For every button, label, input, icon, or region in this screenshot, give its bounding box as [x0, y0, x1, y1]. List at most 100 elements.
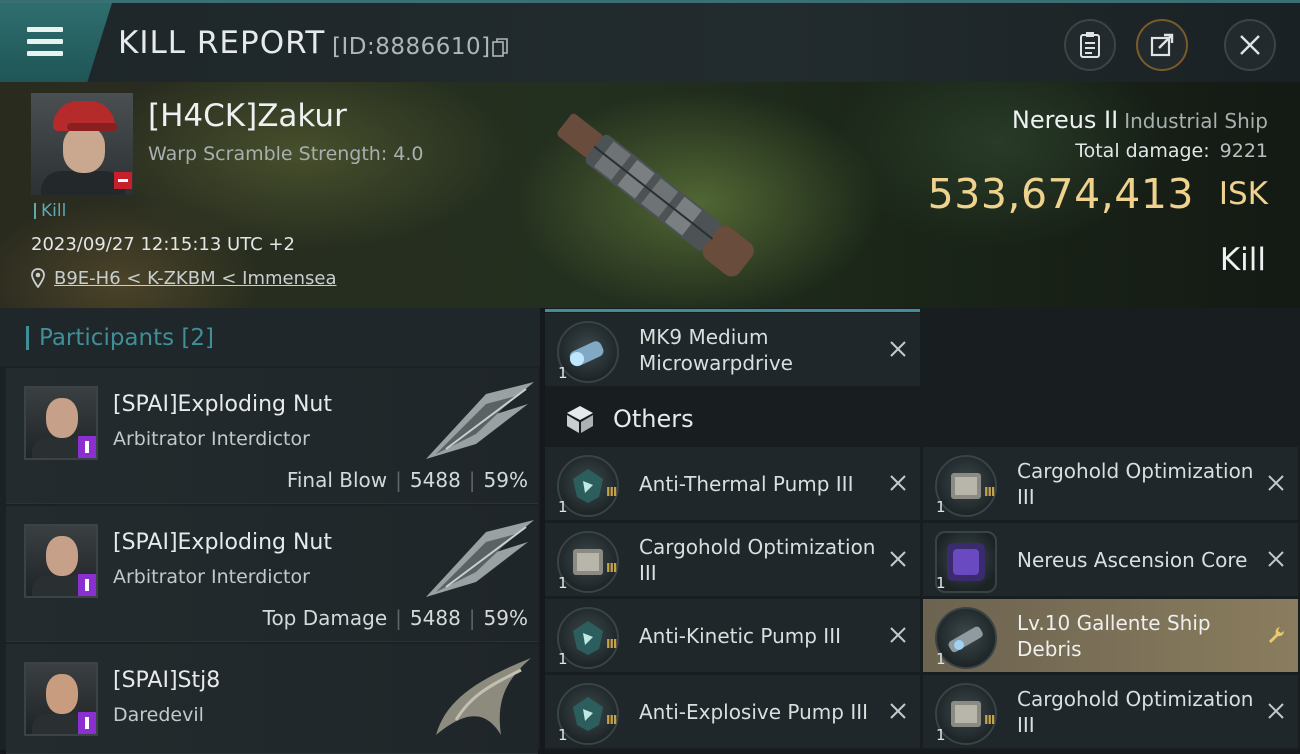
items-panel: 1 MK9 Medium Microwarpdrive Others 1 III… — [545, 308, 1300, 750]
info-badge-icon — [78, 712, 96, 734]
location-pin-icon — [31, 268, 45, 288]
total-damage-value: 9221 — [1219, 140, 1268, 162]
ship-type: Industrial Ship — [1124, 109, 1268, 133]
item-label: MK9 Medium Microwarpdrive — [639, 324, 793, 375]
others-section-title: Others — [613, 405, 694, 433]
item-label: Cargohold Optimization III — [1017, 686, 1254, 737]
warp-scramble-strength: Warp Scramble Strength: 4.0 — [148, 143, 424, 165]
share-icon — [1150, 33, 1174, 57]
participants-title: Participants [2] — [26, 326, 214, 350]
title-bar: KILL REPORT [ID:8886610] — [0, 0, 1300, 82]
participant-row[interactable]: [SPAI]Stj8 Daredevil — [6, 644, 538, 754]
tier-badge: III — [606, 713, 617, 727]
share-button[interactable] — [1136, 19, 1188, 71]
participant-damage: 5488 — [409, 606, 461, 630]
info-badge-icon — [78, 436, 96, 458]
item-label: Anti-Kinetic Pump III — [639, 623, 841, 648]
participant-ship: Arbitrator Interdictor — [113, 428, 310, 450]
participant-name[interactable]: [SPAI]Exploding Nut — [113, 392, 332, 417]
kill-tag: Kill — [34, 203, 66, 220]
destroyed-x-icon — [890, 703, 906, 719]
participant-percent: 59% — [483, 468, 528, 492]
item-quantity: 1 — [936, 498, 946, 516]
participant-ship: Arbitrator Interdictor — [113, 566, 310, 588]
item-quantity: 1 — [936, 650, 946, 668]
item-quantity: 1 — [558, 650, 568, 668]
item-left-1[interactable]: 1 III Cargohold Optimization III — [545, 523, 920, 596]
tier-badge: III — [606, 637, 617, 651]
victim-avatar[interactable] — [31, 93, 133, 195]
kill-datetime: 2023/09/27 12:15:13 UTC +2 — [31, 234, 295, 255]
item-right-3[interactable]: 1 III Cargohold Optimization III — [923, 675, 1298, 748]
item-right-2[interactable]: 1 Lv.10 Gallente Ship Debris — [923, 599, 1298, 672]
participant-stats: Final Blow | 5488 | 59% — [286, 468, 528, 492]
participant-ship-image — [426, 382, 534, 459]
info-badge-icon — [78, 574, 96, 596]
participants-panel: Participants [2] [SPAI]Exploding Nut Arb… — [0, 308, 540, 754]
participant-ship-image — [436, 658, 531, 735]
item-left-0[interactable]: 1 III Anti-Thermal Pump III — [545, 447, 920, 520]
participant-percent: 59% — [483, 606, 528, 630]
item-mwd[interactable]: 1 MK9 Medium Microwarpdrive — [545, 313, 920, 386]
destroyed-x-icon — [1268, 475, 1284, 491]
item-quantity: 1 — [558, 726, 568, 744]
participant-role: Top Damage — [262, 606, 388, 630]
item-label: Cargohold Optimization III — [639, 534, 876, 585]
participants-header: Participants [2] — [0, 308, 540, 366]
participant-avatar[interactable] — [24, 386, 98, 460]
item-label: Anti-Explosive Pump III — [639, 699, 869, 724]
item-label: Lv.10 Gallente Ship Debris — [1017, 610, 1211, 661]
close-button[interactable] — [1224, 19, 1276, 71]
item-quantity: 1 — [558, 364, 568, 382]
item-quantity: 1 — [558, 498, 568, 516]
menu-button[interactable] — [0, 3, 112, 82]
copy-icon[interactable] — [492, 38, 508, 58]
tier-badge: III — [606, 561, 617, 575]
tier-badge: III — [984, 485, 995, 499]
victim-ship: Nereus II Industrial Ship — [1012, 106, 1268, 134]
menu-icon — [27, 27, 63, 63]
destroyed-x-icon — [890, 341, 906, 357]
location-link[interactable]: B9E-H6 < K-ZKBM < Immensea — [54, 268, 336, 289]
items-accent-line — [545, 309, 920, 312]
participant-name[interactable]: [SPAI]Stj8 — [113, 668, 220, 693]
participant-ship: Daredevil — [113, 704, 204, 726]
cube-icon — [567, 406, 593, 433]
wrench-icon — [1269, 627, 1285, 643]
ship-name[interactable]: Nereus II — [1012, 106, 1118, 134]
participant-name[interactable]: [SPAI]Exploding Nut — [113, 530, 332, 555]
page-title: KILL REPORT — [118, 25, 326, 61]
total-damage-label: Total damage: — [1075, 140, 1210, 162]
item-right-1[interactable]: 1 Nereus Ascension Core — [923, 523, 1298, 596]
participant-row[interactable]: [SPAI]Exploding Nut Arbitrator Interdict… — [6, 506, 538, 642]
participant-avatar[interactable] — [24, 524, 98, 598]
victim-header: [H4CK]Zakur Warp Scramble Strength: 4.0 … — [0, 82, 1300, 308]
clipboard-icon — [1080, 32, 1100, 58]
participant-ship-image — [426, 520, 534, 597]
kill-result: Kill — [1219, 242, 1266, 278]
destroyed-x-icon — [1268, 551, 1284, 567]
participant-avatar[interactable] — [24, 662, 98, 736]
item-left-3[interactable]: 1 III Anti-Explosive Pump III — [545, 675, 920, 748]
total-damage: Total damage: 9221 — [1075, 140, 1268, 162]
item-label: Cargohold Optimization III — [1017, 458, 1254, 509]
item-left-2[interactable]: 1 III Anti-Kinetic Pump III — [545, 599, 920, 672]
participant-role: Final Blow — [286, 468, 388, 492]
isk-value: 533,674,413 — [927, 170, 1194, 218]
destroyed-x-icon — [890, 551, 906, 567]
destroyed-x-icon — [890, 627, 906, 643]
clipboard-button[interactable] — [1064, 19, 1116, 71]
participant-row[interactable]: [SPAI]Exploding Nut Arbitrator Interdict… — [6, 368, 538, 504]
participant-damage: 5488 — [409, 468, 461, 492]
isk-unit: ISK — [1218, 176, 1268, 212]
report-id: [ID:8886610] — [332, 34, 491, 60]
item-right-0[interactable]: 1 III Cargohold Optimization III — [923, 447, 1298, 520]
close-icon — [1240, 35, 1260, 55]
item-quantity: 1 — [936, 726, 946, 744]
item-quantity: 1 — [558, 574, 568, 592]
item-label: Nereus Ascension Core — [1017, 547, 1248, 572]
victim-ship-image — [557, 113, 754, 277]
victim-name[interactable]: [H4CK]Zakur — [148, 98, 347, 134]
tier-badge: III — [984, 713, 995, 727]
item-quantity: 1 — [936, 574, 946, 592]
